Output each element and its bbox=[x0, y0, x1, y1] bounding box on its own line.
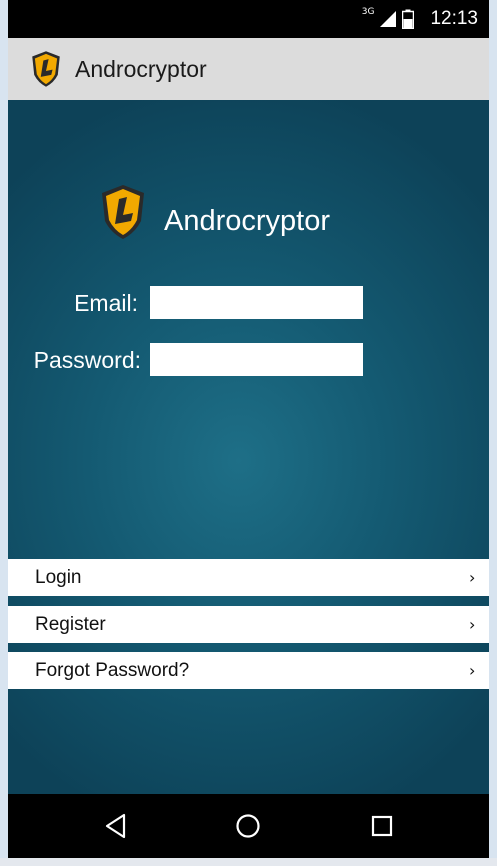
brand-title: Androcryptor bbox=[164, 205, 331, 237]
network-type: 3G bbox=[361, 7, 375, 17]
login-screen: Androcryptor Email: Password: Login › Re… bbox=[8, 100, 489, 794]
status-icons: 3G 12:13 bbox=[362, 0, 478, 38]
menu-item-label: Forgot Password? bbox=[35, 659, 190, 681]
chevron-right-icon: › bbox=[469, 615, 476, 634]
device-screen: 3G 12:13 Androcryptor Androcryptor Email… bbox=[8, 0, 489, 858]
login-button[interactable]: Login › bbox=[8, 559, 489, 596]
back-triangle-icon[interactable] bbox=[96, 808, 136, 844]
shield-logo-icon bbox=[30, 50, 62, 88]
window-frame: 3G 12:13 Androcryptor Androcryptor Email… bbox=[0, 0, 497, 866]
app-title: Androcryptor bbox=[75, 55, 207, 82]
status-bar: 3G 12:13 bbox=[8, 0, 489, 38]
forgot-password-button[interactable]: Forgot Password? › bbox=[8, 652, 489, 689]
recents-square-icon[interactable] bbox=[362, 808, 402, 844]
password-label: Password: bbox=[33, 347, 141, 373]
email-field[interactable] bbox=[150, 286, 363, 319]
chevron-right-icon: › bbox=[469, 568, 476, 587]
password-field[interactable] bbox=[150, 343, 363, 376]
register-button[interactable]: Register › bbox=[8, 606, 489, 643]
chevron-right-icon: › bbox=[469, 661, 476, 680]
bottom-strip bbox=[0, 858, 497, 866]
email-label: Email: bbox=[74, 290, 138, 316]
menu-item-label: Register bbox=[35, 613, 106, 635]
battery-icon bbox=[402, 9, 415, 29]
menu-item-label: Login bbox=[35, 566, 82, 588]
shield-logo-icon bbox=[99, 183, 147, 241]
signal-icon bbox=[380, 11, 397, 27]
clock: 12:13 bbox=[430, 8, 478, 29]
home-circle-icon[interactable] bbox=[228, 808, 268, 844]
action-bar: Androcryptor bbox=[8, 38, 489, 100]
navigation-bar bbox=[8, 794, 489, 858]
